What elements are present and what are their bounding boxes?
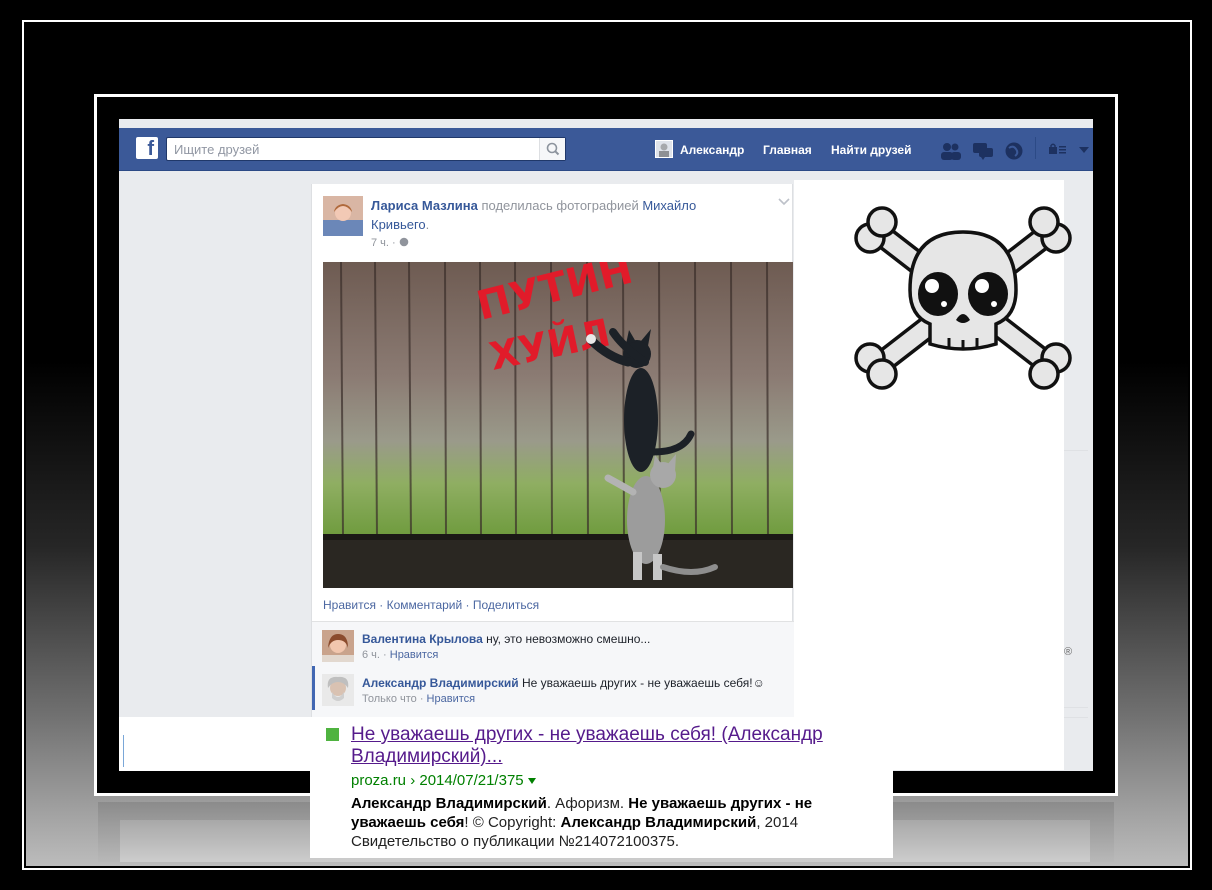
result-title-link[interactable]: Не уважаешь других - не уважаешь себя! (…: [351, 724, 891, 768]
comment-text: Не уважаешь других - не уважаешь себя!☺: [522, 676, 765, 690]
friend-requests-icon[interactable]: [939, 141, 963, 161]
url-dropdown-icon[interactable]: [527, 778, 536, 784]
search-icon: [546, 142, 560, 156]
post-photo[interactable]: ПУТИН ХУЙЛ: [323, 262, 793, 588]
nav-home[interactable]: Главная: [763, 143, 812, 157]
commenter-avatar[interactable]: [322, 630, 354, 662]
comment-like-link[interactable]: Нравится: [390, 649, 439, 661]
comment-text: ну, это невозможно смешно...: [486, 632, 651, 646]
left-edge-overlay: [119, 717, 310, 771]
chevron-down-icon[interactable]: [1079, 147, 1089, 153]
notifications-globe-icon[interactable]: [1003, 141, 1025, 161]
result-description: Александр Владимирский. Афоризм. Не уваж…: [351, 795, 813, 850]
messages-icon[interactable]: [971, 141, 995, 161]
comment-time[interactable]: 6 ч.: [362, 649, 380, 661]
post-actions-bar[interactable]: Нравится · Комментарий · Поделиться: [323, 598, 539, 612]
comments-section: Валентина Крылова ну, это невозможно сме…: [312, 621, 794, 719]
result-url[interactable]: proza.ru › 2014/07/21/375: [351, 772, 536, 789]
facebook-logo-icon[interactable]: f: [136, 137, 158, 159]
post-options-chevron-icon[interactable]: [778, 198, 790, 206]
search-result-snippet: Не уважаешь других - не уважаешь себя! (…: [310, 717, 893, 858]
privacy-lock-icon[interactable]: [1048, 143, 1068, 155]
facebook-screenshot: f Александр Главная Найти друзей: [119, 119, 1093, 771]
post-header: Лариса Мазлина поделилась фотографией Ми…: [371, 198, 697, 232]
comment-like-link[interactable]: Нравится: [427, 693, 476, 705]
post-timestamp[interactable]: 7 ч. ·: [371, 237, 409, 249]
comment-time[interactable]: Только что: [362, 693, 417, 705]
right-column: [794, 180, 1072, 770]
search-box[interactable]: [166, 137, 566, 161]
result-favicon-icon: [326, 728, 339, 741]
top-bar: f Александр Главная Найти друзей: [119, 119, 1093, 171]
commenter-avatar[interactable]: [322, 674, 354, 706]
commenter-name-link[interactable]: Валентина Крылова: [362, 632, 483, 646]
comment-item: Александр Владимирский Не уважаешь други…: [312, 666, 794, 710]
post-author-link[interactable]: Лариса Мазлина: [371, 198, 478, 213]
nav-find-friends[interactable]: Найти друзей: [831, 143, 911, 157]
skull-crossbones-icon: [854, 206, 1072, 390]
public-globe-icon: [399, 237, 409, 247]
nav-user-name[interactable]: Александр: [680, 143, 744, 157]
user-avatar[interactable]: [655, 140, 673, 158]
author-avatar[interactable]: [323, 196, 363, 236]
news-feed-post: Лариса Мазлина поделилась фотографией Ми…: [311, 184, 794, 719]
search-button[interactable]: [539, 138, 565, 160]
comment-item: Валентина Крылова ну, это невозможно сме…: [312, 622, 794, 666]
post-action: поделилась фотографией: [481, 198, 639, 213]
registered-mark: ®: [1064, 646, 1073, 658]
search-input[interactable]: [167, 138, 537, 160]
commenter-name-link[interactable]: Александр Владимирский: [362, 676, 519, 690]
